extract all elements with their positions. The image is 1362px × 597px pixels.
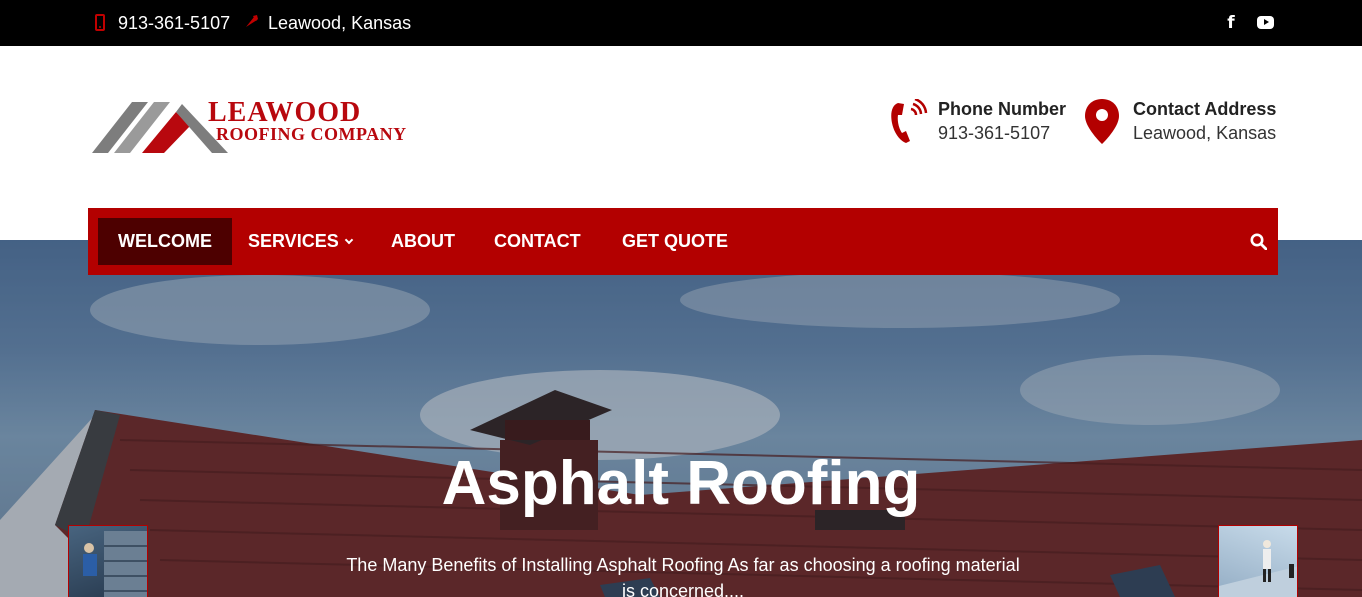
nav-welcome-label: WELCOME <box>118 231 212 251</box>
slider-next-thumbnail[interactable] <box>1218 525 1298 597</box>
hero-banner: Asphalt Roofing The Many Benefits of Ins… <box>0 240 1362 597</box>
top-bar: 913-361-5107 Leawood, Kansas f <box>0 0 1362 46</box>
nav-get-quote-label: GET QUOTE <box>622 231 729 251</box>
nav-get-quote[interactable]: GET QUOTE <box>622 218 728 265</box>
hero-description: The Many Benefits of Installing Asphalt … <box>346 555 1020 597</box>
nav-about[interactable]: ABOUT <box>391 218 455 265</box>
topbar-phone[interactable]: 913-361-5107 <box>118 12 230 34</box>
phone-number-value[interactable]: 913-361-5107 <box>938 122 1050 144</box>
youtube-icon[interactable] <box>1257 16 1274 29</box>
nav-contact[interactable]: CONTACT <box>494 218 581 265</box>
slider-prev-thumbnail[interactable] <box>68 525 148 597</box>
topbar-location: Leawood, Kansas <box>268 13 412 33</box>
nav-contact-label: CONTACT <box>494 231 581 251</box>
phone-number-title: Phone Number <box>938 99 1067 119</box>
facebook-icon[interactable]: f <box>1225 13 1237 33</box>
hero-overlay <box>0 240 1362 597</box>
hero-title: Asphalt Roofing <box>441 449 921 518</box>
main-navigation: WELCOME SERVICES ABOUT CONTACT GET QUOTE <box>88 208 1278 275</box>
mobile-phone-icon <box>95 14 105 31</box>
map-pin-icon <box>246 15 258 27</box>
nav-welcome[interactable]: WELCOME <box>98 218 232 265</box>
nav-services-label: SERVICES <box>248 231 339 251</box>
contact-address-title: Contact Address <box>1133 99 1277 119</box>
search-icon[interactable] <box>1250 233 1267 250</box>
phone-call-icon <box>891 99 928 143</box>
nav-about-label: ABOUT <box>391 231 455 251</box>
logo-subtitle: ROOFING COMPANY <box>216 124 407 144</box>
location-marker-icon <box>1085 99 1119 144</box>
contact-address-value: Leawood, Kansas <box>1133 123 1277 143</box>
site-logo[interactable]: LEAWOOD ROOFING COMPANY <box>90 98 430 158</box>
nav-services[interactable]: SERVICES <box>248 218 353 265</box>
chevron-down-icon <box>344 235 353 245</box>
